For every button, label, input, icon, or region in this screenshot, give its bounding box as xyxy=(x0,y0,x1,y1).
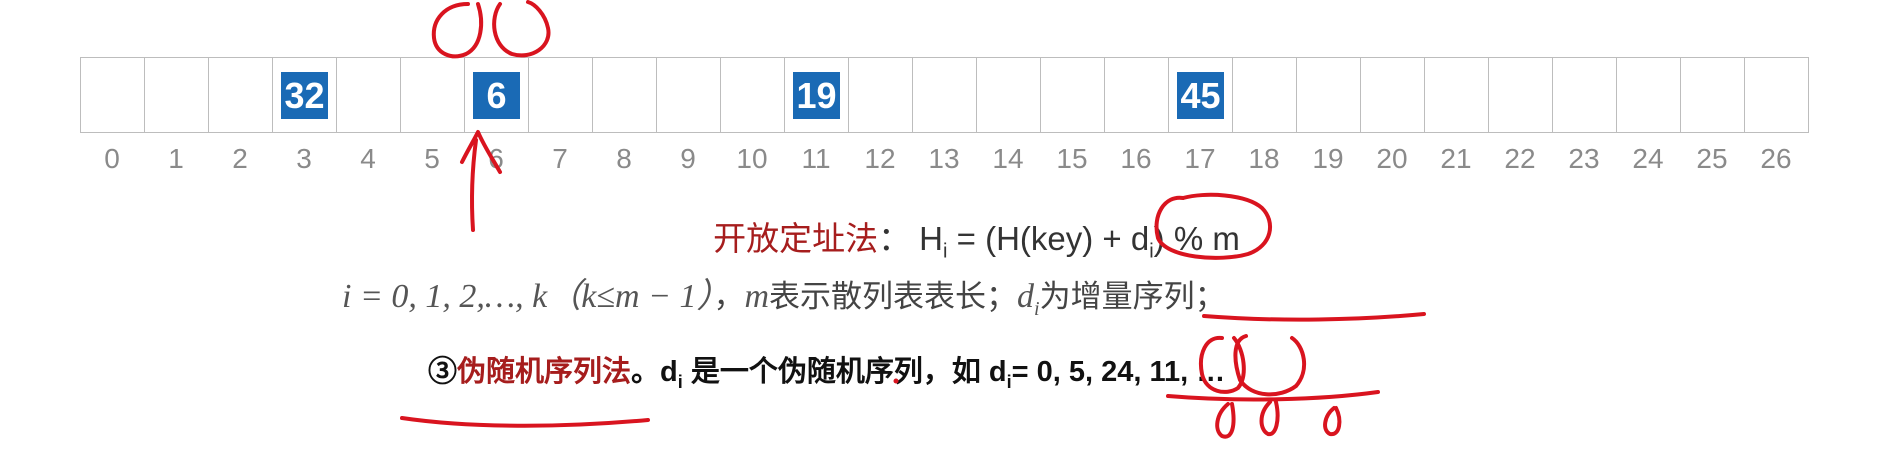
index-label: 21 xyxy=(1440,143,1472,174)
table-cell xyxy=(1489,57,1553,133)
method3-line: ③伪随机序列法。di 是一个伪随机序列，如 di= 0, 5, 24, 11, … xyxy=(428,348,1225,393)
index-label: 8 xyxy=(616,143,632,174)
index-label: 1 xyxy=(168,143,184,174)
formula-h: H xyxy=(919,220,944,257)
method3-d2: d xyxy=(988,356,1007,388)
index-label: 24 xyxy=(1632,143,1664,174)
table-cell: 19 xyxy=(785,57,849,133)
ink-loop-under-3 xyxy=(1323,406,1342,437)
ink-underline-method xyxy=(400,416,650,428)
index-label: 25 xyxy=(1696,143,1728,174)
ink-loop-under-1 xyxy=(1215,402,1236,439)
condition-range: i = 0, 1, 2,…, k xyxy=(342,278,548,315)
index-label: 14 xyxy=(992,143,1024,174)
index-label: 4 xyxy=(360,143,376,174)
hash-table: 32 6 19 45 xyxy=(80,57,1809,133)
formula-mid: = (H(key) + d xyxy=(947,220,1150,257)
method3-d: d xyxy=(660,356,678,388)
index-label: 23 xyxy=(1568,143,1600,174)
table-cell xyxy=(721,57,785,133)
table-cell xyxy=(657,57,721,133)
condition-line: i = 0, 1, 2,…, k（k≤m − 1），m表示散列表表长；di为增量… xyxy=(342,268,1226,321)
method3-name: 伪随机序列法 xyxy=(457,356,632,388)
table-cell xyxy=(81,57,145,133)
index-label: 22 xyxy=(1504,143,1536,174)
table-cell xyxy=(401,57,465,133)
method3-desc: 是一个伪随机序列，如 xyxy=(682,356,989,388)
index-label: 11 xyxy=(801,143,831,174)
table-cell xyxy=(1233,57,1297,133)
index-label: 6 xyxy=(488,143,504,174)
table-cell xyxy=(1745,57,1809,133)
table-cell xyxy=(145,57,209,133)
key-value: 6 xyxy=(473,72,520,119)
condition-d: d xyxy=(1017,278,1035,315)
index-label: 13 xyxy=(928,143,960,174)
table-cell: 32 xyxy=(273,57,337,133)
key-value: 32 xyxy=(281,72,328,119)
ink-loop-left xyxy=(431,2,484,59)
table-cell xyxy=(593,57,657,133)
ink-baseline-under xyxy=(1166,390,1380,402)
hash-table-indices: 0 1 2 3 4 5 6 7 8 9 10 11 12 13 14 15 16 17 18 19 20 21 22 23 24… xyxy=(80,143,1808,175)
ink-loop-right xyxy=(492,0,551,58)
condition-d-desc: 为增量序列； xyxy=(1039,279,1226,315)
formula-colon: ： xyxy=(878,220,912,257)
table-cell xyxy=(1425,57,1489,133)
table-cell xyxy=(337,57,401,133)
ink-loop-under-2 xyxy=(1259,400,1280,437)
index-label: 0 xyxy=(104,143,120,174)
condition-k: （k≤m − 1） xyxy=(547,278,714,315)
index-label: 7 xyxy=(552,143,568,174)
table-cell xyxy=(1617,57,1681,133)
method-label: 开放定址法 xyxy=(713,220,879,257)
method3-values: = 0, 5, 24, 11, … xyxy=(1011,356,1226,388)
table-cell: 45 xyxy=(1169,57,1233,133)
ink-underline-increment xyxy=(1202,312,1426,322)
index-label: 20 xyxy=(1376,143,1408,174)
index-label: 26 xyxy=(1760,143,1792,174)
table-cell xyxy=(1361,57,1425,133)
ink-circle-24 xyxy=(1233,334,1307,397)
table-cell xyxy=(1553,57,1617,133)
method3-period: 。 xyxy=(631,356,661,388)
index-label: 9 xyxy=(680,143,696,174)
table-cell xyxy=(1297,57,1361,133)
index-label: 18 xyxy=(1248,143,1280,174)
formula-line: 开放定址法： Hi = (H(key) + di) % m xyxy=(0,212,1893,264)
index-label: 10 xyxy=(736,143,768,174)
index-label: 12 xyxy=(864,143,896,174)
index-label: 19 xyxy=(1312,143,1344,174)
index-label: 15 xyxy=(1056,143,1088,174)
table-cell xyxy=(529,57,593,133)
table-cell xyxy=(977,57,1041,133)
condition-m: m xyxy=(744,278,770,315)
formula-tail: ) % m xyxy=(1153,220,1240,257)
slide: 32 6 19 45 0 1 2 3 4 5 6 7 8 9 10 11 12 13 14 15 16 17 18 19 20… xyxy=(0,0,1893,462)
condition-m-desc: 表示散列表表长； xyxy=(769,279,1018,315)
table-cell xyxy=(1105,57,1169,133)
table-cell xyxy=(913,57,977,133)
index-label: 16 xyxy=(1120,143,1152,174)
key-value: 19 xyxy=(793,72,840,119)
index-label: 17 xyxy=(1184,143,1216,174)
circled-number: ③ xyxy=(428,356,458,388)
table-cell xyxy=(1041,57,1105,133)
table-cell xyxy=(1681,57,1745,133)
table-cell: 6 xyxy=(465,57,529,133)
condition-sep: ， xyxy=(713,279,745,315)
index-label: 5 xyxy=(424,143,440,174)
key-value: 45 xyxy=(1177,72,1224,119)
table-cell xyxy=(209,57,273,133)
index-label: 2 xyxy=(232,143,248,174)
index-label: 3 xyxy=(296,143,312,174)
table-cell xyxy=(849,57,913,133)
